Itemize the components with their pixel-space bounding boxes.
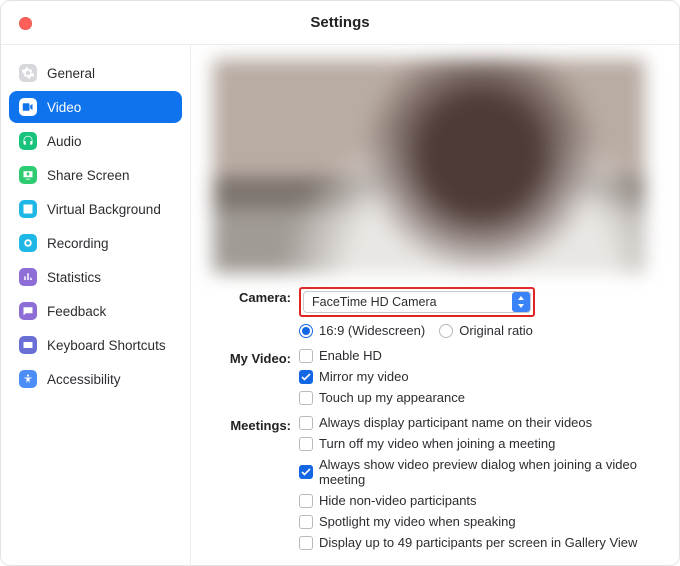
radio-16-9-label: 16:9 (Widescreen) <box>319 323 425 338</box>
row-my-video: My Video: Enable HD Mirror my video Touc… <box>213 348 659 405</box>
sidebar-item-keyboard-shortcuts[interactable]: Keyboard Shortcuts <box>9 329 182 361</box>
aspect-ratio-options: 16:9 (Widescreen) Original ratio <box>299 323 659 338</box>
sidebar-item-share-screen[interactable]: Share Screen <box>9 159 182 191</box>
sidebar-item-label: Virtual Background <box>47 202 161 217</box>
camera-preview <box>213 59 645 273</box>
sidebar-item-label: Accessibility <box>47 372 121 387</box>
chevron-updown-icon <box>512 292 530 312</box>
record-icon <box>19 234 37 252</box>
check-mirror-label: Mirror my video <box>319 369 409 384</box>
virtual-background-icon <box>19 200 37 218</box>
statistics-icon <box>19 268 37 286</box>
my-video-label: My Video: <box>213 348 299 366</box>
sidebar-item-label: Video <box>47 100 81 115</box>
window-body: General Video Audio Share Screen <box>1 45 679 565</box>
check-hide-nonvideo-label: Hide non-video participants <box>319 493 477 508</box>
sidebar-item-label: Statistics <box>47 270 101 285</box>
feedback-icon <box>19 302 37 320</box>
camera-select[interactable]: FaceTime HD Camera <box>303 291 531 313</box>
sidebar-item-label: Keyboard Shortcuts <box>47 338 166 353</box>
sidebar-item-label: Feedback <box>47 304 106 319</box>
check-touchup[interactable] <box>299 391 313 405</box>
row-meetings: Meetings: Always display participant nam… <box>213 415 659 550</box>
content-pane: Camera: FaceTime HD Camera <box>191 45 679 565</box>
titlebar: Settings <box>1 1 679 45</box>
sidebar-item-label: Share Screen <box>47 168 130 183</box>
radio-16-9[interactable] <box>299 324 313 338</box>
camera-label: Camera: <box>213 287 299 305</box>
sidebar-item-virtual-background[interactable]: Virtual Background <box>9 193 182 225</box>
sidebar-item-statistics[interactable]: Statistics <box>9 261 182 293</box>
gear-icon <box>19 64 37 82</box>
close-icon[interactable] <box>19 17 32 30</box>
camera-select-highlight: FaceTime HD Camera <box>299 287 535 317</box>
check-display-name[interactable] <box>299 416 313 430</box>
check-hide-nonvideo[interactable] <box>299 494 313 508</box>
sidebar-item-label: General <box>47 66 95 81</box>
sidebar-item-label: Recording <box>47 236 109 251</box>
check-display-name-label: Always display participant name on their… <box>319 415 592 430</box>
sidebar-item-accessibility[interactable]: Accessibility <box>9 363 182 395</box>
sidebar-item-feedback[interactable]: Feedback <box>9 295 182 327</box>
meetings-label: Meetings: <box>213 415 299 433</box>
check-gallery-49[interactable] <box>299 536 313 550</box>
radio-original[interactable] <box>439 324 453 338</box>
check-spotlight-label: Spotlight my video when speaking <box>319 514 516 529</box>
check-spotlight[interactable] <box>299 515 313 529</box>
accessibility-icon <box>19 370 37 388</box>
check-preview-dialog[interactable] <box>299 465 313 479</box>
check-enable-hd[interactable] <box>299 349 313 363</box>
sidebar-item-video[interactable]: Video <box>9 91 182 123</box>
check-touchup-label: Touch up my appearance <box>319 390 465 405</box>
check-turn-off-video-label: Turn off my video when joining a meeting <box>319 436 555 451</box>
check-mirror[interactable] <box>299 370 313 384</box>
check-gallery-49-label: Display up to 49 participants per screen… <box>319 535 637 550</box>
share-screen-icon <box>19 166 37 184</box>
check-enable-hd-label: Enable HD <box>319 348 382 363</box>
sidebar-item-recording[interactable]: Recording <box>9 227 182 259</box>
settings-window: Settings General Video Audio <box>0 0 680 566</box>
check-preview-dialog-label: Always show video preview dialog when jo… <box>319 457 659 487</box>
row-camera: Camera: FaceTime HD Camera <box>213 287 659 338</box>
page-title: Settings <box>310 14 369 31</box>
video-icon <box>19 98 37 116</box>
sidebar: General Video Audio Share Screen <box>1 45 191 565</box>
radio-original-label: Original ratio <box>459 323 533 338</box>
check-turn-off-video[interactable] <box>299 437 313 451</box>
keyboard-icon <box>19 336 37 354</box>
sidebar-item-label: Audio <box>47 134 82 149</box>
sidebar-item-audio[interactable]: Audio <box>9 125 182 157</box>
camera-select-value: FaceTime HD Camera <box>312 295 437 309</box>
headphones-icon <box>19 132 37 150</box>
sidebar-item-general[interactable]: General <box>9 57 182 89</box>
